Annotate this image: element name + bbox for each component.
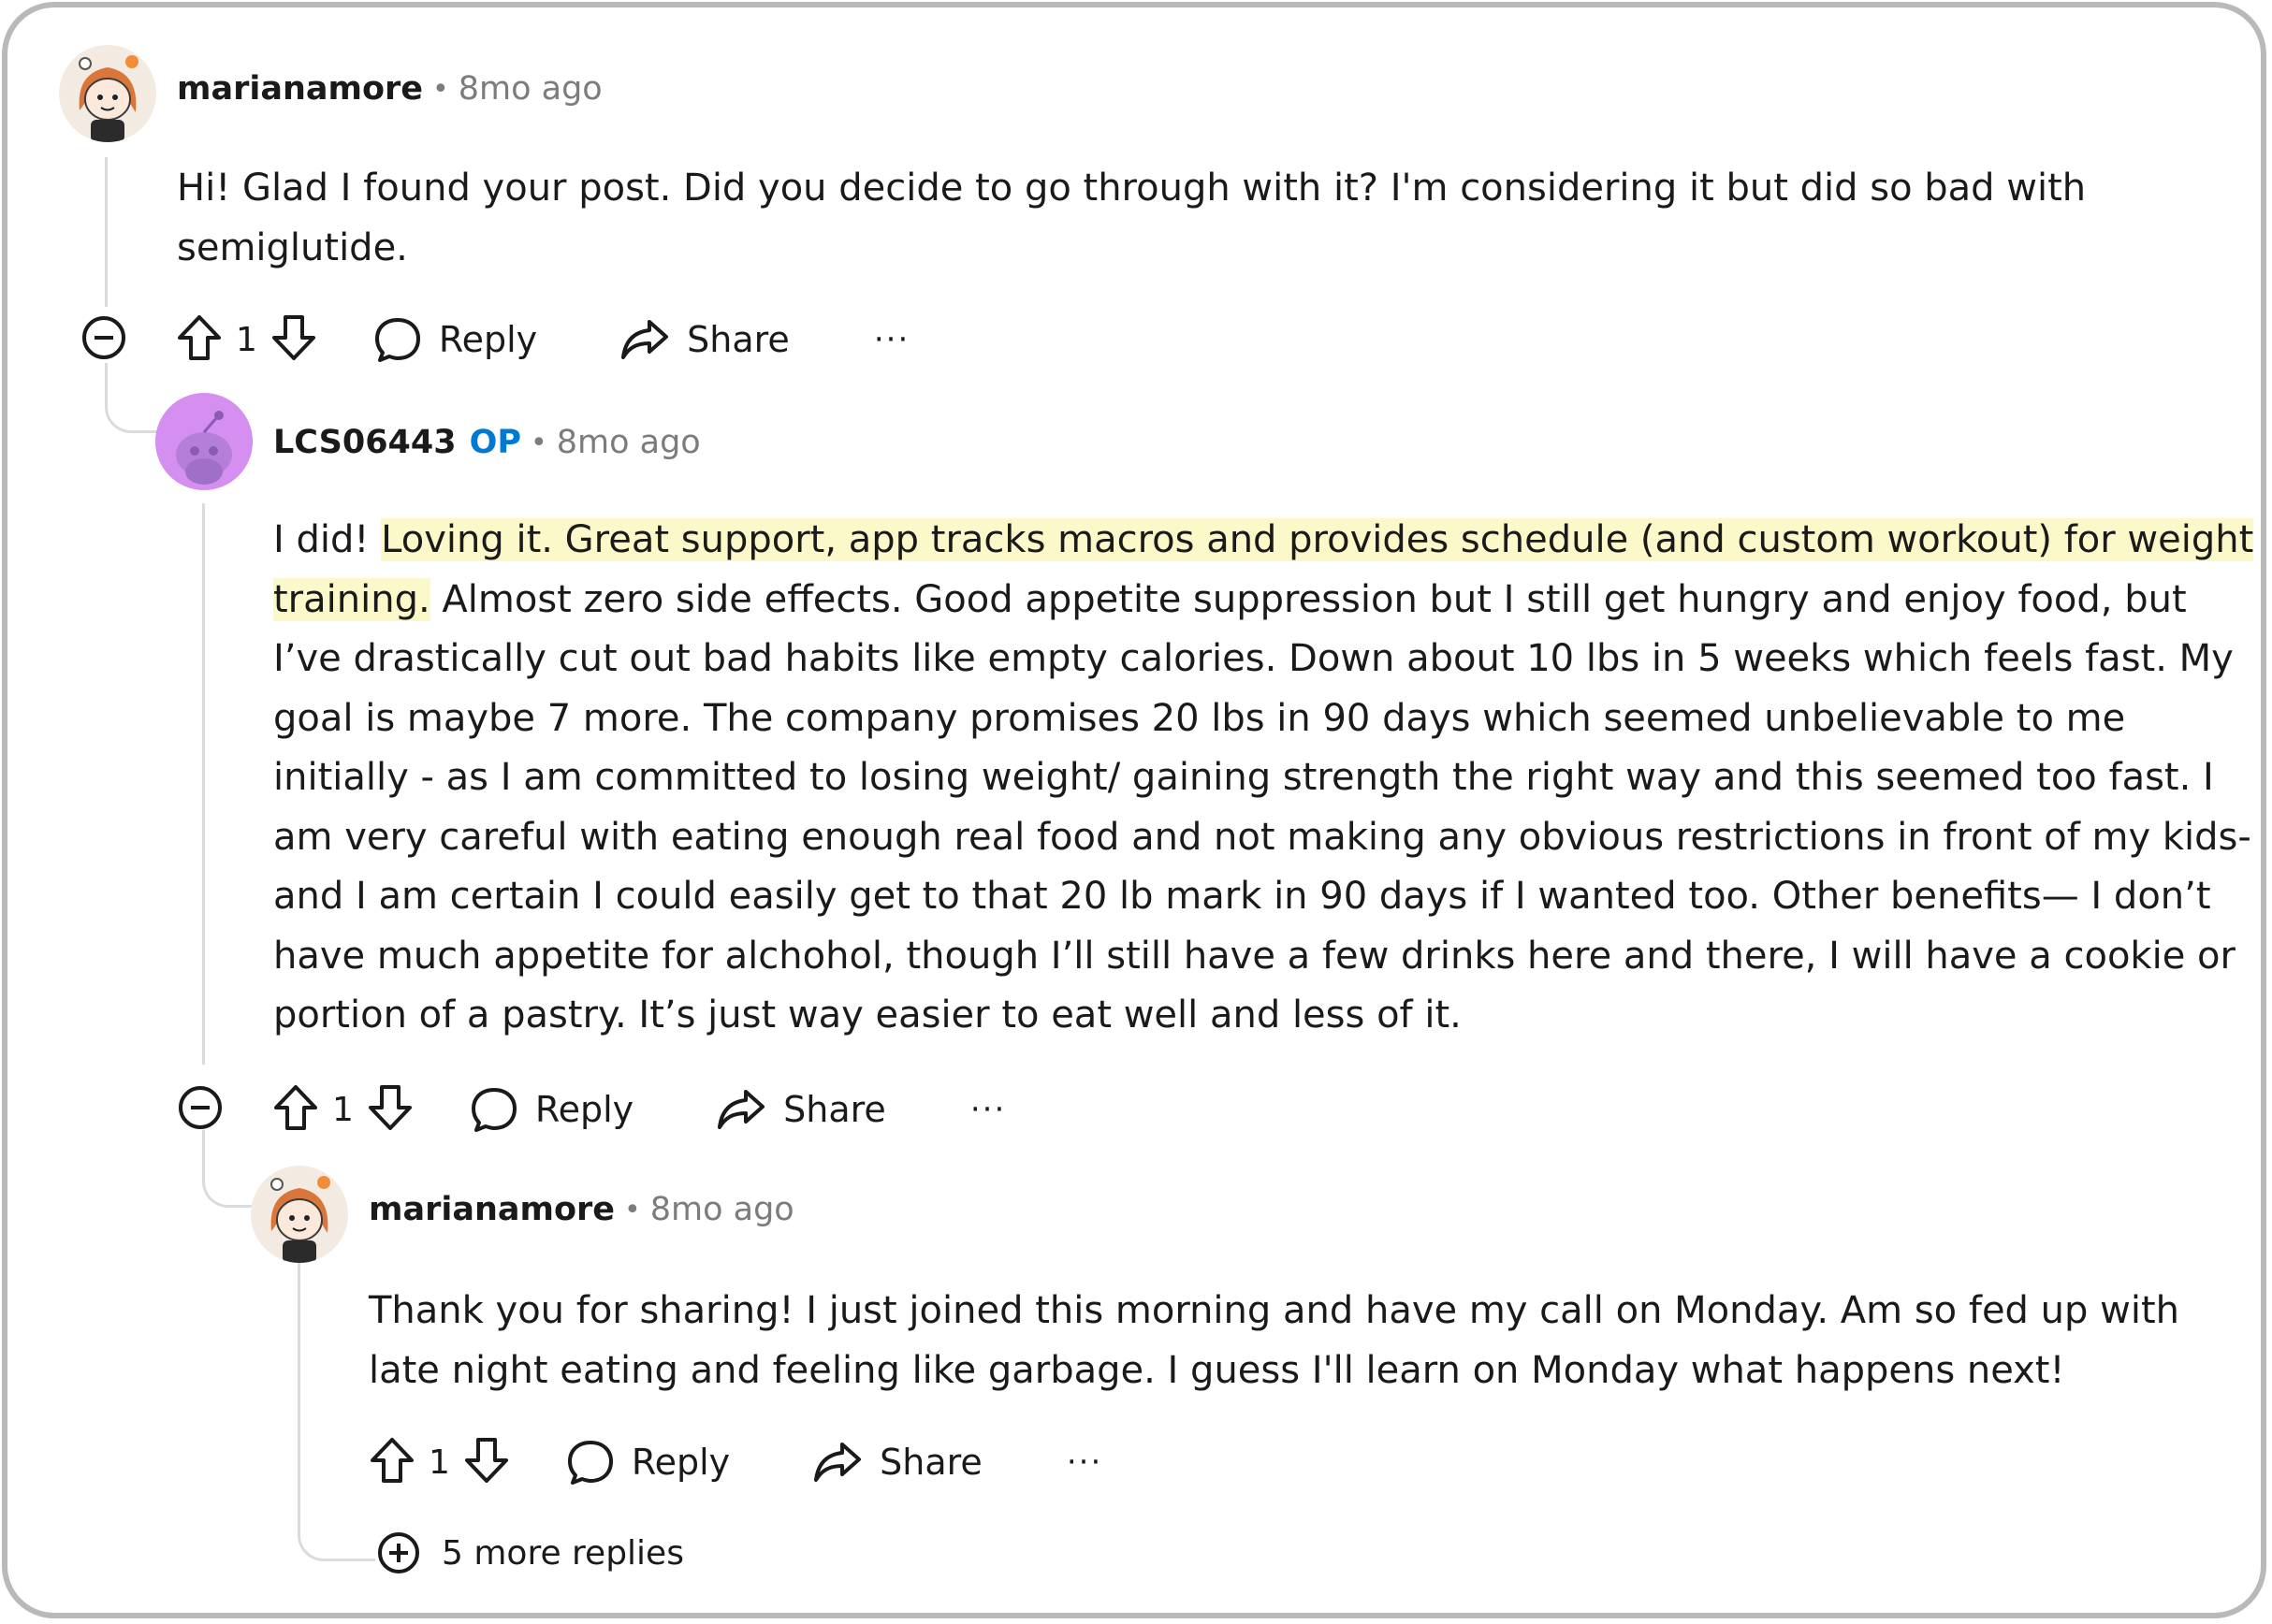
comment-bubble-icon xyxy=(374,318,420,362)
reply-label: Reply xyxy=(438,319,538,360)
op-badge: OP xyxy=(469,424,522,461)
reply-button[interactable]: Reply xyxy=(373,316,537,363)
username[interactable]: marianamore xyxy=(369,1191,615,1228)
username[interactable]: marianamore xyxy=(177,70,423,108)
share-button[interactable]: Share xyxy=(716,1088,886,1131)
comment-bubble-icon xyxy=(567,1441,613,1485)
upvote-icon[interactable] xyxy=(369,1436,415,1488)
thread-line[interactable] xyxy=(298,1242,300,1523)
comment-header: LCS06443 OP • 8mo ago xyxy=(273,424,701,461)
share-arrow-icon xyxy=(718,1090,765,1129)
downvote-icon[interactable] xyxy=(463,1436,510,1488)
snoo-redhead-avatar-icon xyxy=(251,1166,348,1263)
snoo-redhead-avatar-icon xyxy=(59,45,156,142)
user-avatar[interactable] xyxy=(251,1166,348,1263)
thread-line[interactable] xyxy=(105,157,108,307)
share-arrow-icon xyxy=(621,320,669,359)
user-avatar[interactable] xyxy=(155,393,253,490)
separator-dot: • xyxy=(624,1193,641,1226)
share-label: Share xyxy=(880,1442,983,1483)
comment-body: I did! Loving it. Great support, app tra… xyxy=(273,511,2261,1046)
vote-count: 1 xyxy=(236,320,257,359)
vote-count: 1 xyxy=(332,1090,354,1129)
comment-body: Thank you for sharing! I just joined thi… xyxy=(369,1289,2179,1392)
default-snoo-avatar-icon xyxy=(155,393,253,490)
comment-actions: 1 Reply Share ··· xyxy=(177,1081,1006,1138)
thread-connector xyxy=(298,1504,375,1561)
downvote-icon[interactable] xyxy=(270,313,317,366)
reply-label: Reply xyxy=(534,1089,634,1130)
share-label: Share xyxy=(783,1089,886,1130)
comment-text: Almost zero side effects. Good appetite … xyxy=(273,577,2251,1037)
comment-actions: 1 Reply Share ··· xyxy=(369,1434,1102,1490)
user-avatar[interactable] xyxy=(59,45,156,142)
share-arrow-icon xyxy=(814,1443,862,1482)
comment-bubble-icon xyxy=(471,1088,517,1132)
share-button[interactable]: Share xyxy=(619,318,790,361)
comment-thread: marianamore • 8mo ago Hi! Glad I found y… xyxy=(2,2,2266,1618)
comment-text: I did! xyxy=(273,518,382,561)
reply-label: Reply xyxy=(631,1442,731,1483)
timestamp[interactable]: 8mo ago xyxy=(557,424,701,461)
more-replies-button[interactable]: 5 more replies xyxy=(376,1530,684,1575)
separator-dot: • xyxy=(432,72,449,106)
share-label: Share xyxy=(687,319,790,360)
comment-actions: 1 Reply Share ··· xyxy=(80,312,910,368)
vote-count: 1 xyxy=(429,1443,450,1482)
reply-button[interactable]: Reply xyxy=(470,1086,634,1133)
more-options-button[interactable]: ··· xyxy=(874,321,910,358)
timestamp[interactable]: 8mo ago xyxy=(459,70,603,108)
username[interactable]: LCS06443 xyxy=(273,424,457,461)
more-options-button[interactable]: ··· xyxy=(1067,1443,1102,1481)
downvote-icon[interactable] xyxy=(367,1083,414,1136)
reply-button[interactable]: Reply xyxy=(566,1439,730,1486)
thread-connector xyxy=(105,363,166,433)
thread-line[interactable] xyxy=(202,503,205,1065)
more-replies-label: 5 more replies xyxy=(442,1533,684,1573)
comment-header: marianamore • 8mo ago xyxy=(369,1191,794,1228)
expand-plus-icon xyxy=(378,1532,419,1573)
collapse-icon[interactable] xyxy=(177,1084,224,1135)
separator-dot: • xyxy=(531,426,547,459)
more-options-button[interactable]: ··· xyxy=(970,1091,1006,1128)
share-button[interactable]: Share xyxy=(812,1441,983,1484)
upvote-icon[interactable] xyxy=(176,313,223,366)
comment-header: marianamore • 8mo ago xyxy=(177,70,603,108)
comment-body: Hi! Glad I found your post. Did you deci… xyxy=(177,167,2087,269)
timestamp[interactable]: 8mo ago xyxy=(650,1191,794,1228)
collapse-icon[interactable] xyxy=(80,314,127,365)
upvote-icon[interactable] xyxy=(272,1083,319,1136)
